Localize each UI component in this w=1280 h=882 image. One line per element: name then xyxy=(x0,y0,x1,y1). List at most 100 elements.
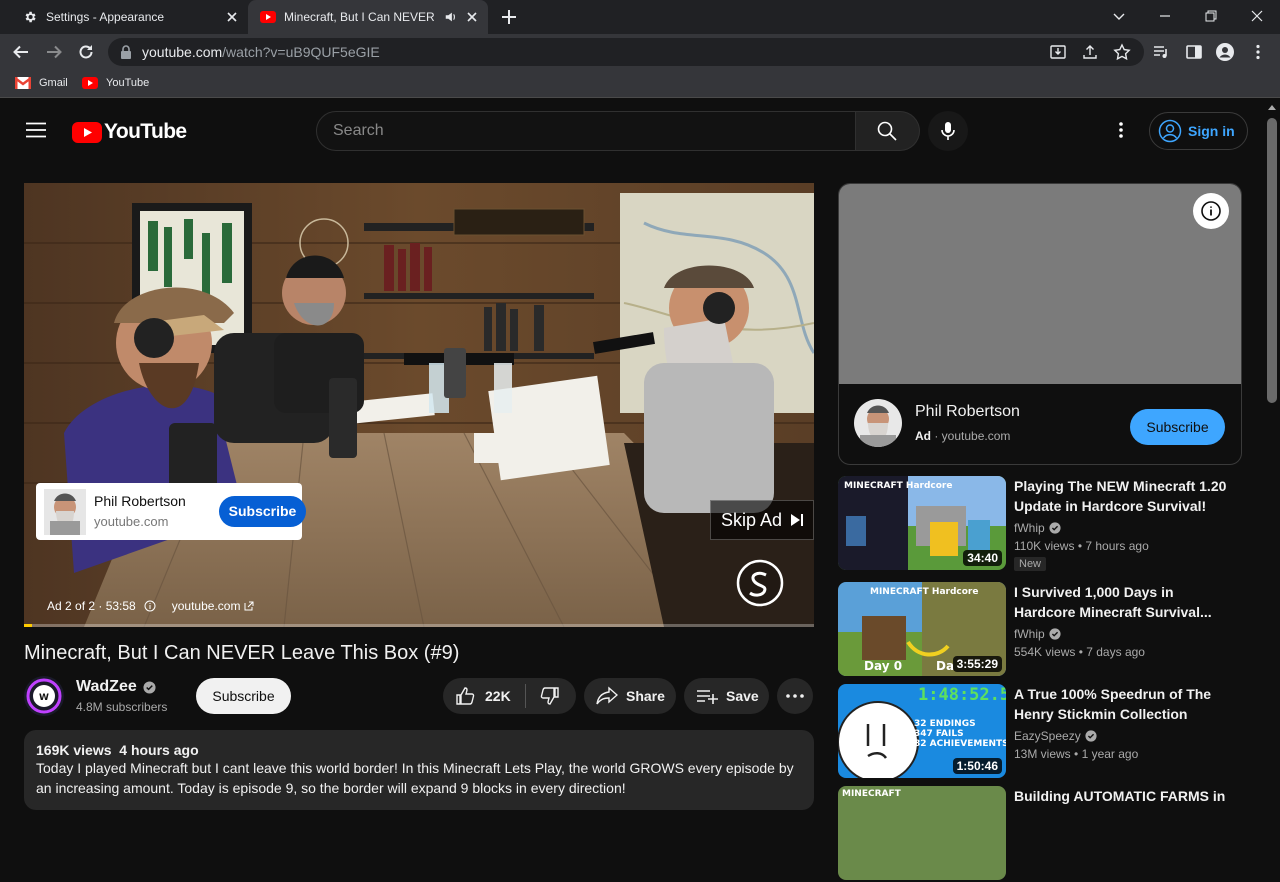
youtube-play-logo-icon xyxy=(72,121,102,143)
advertiser-name: Phil Robertson xyxy=(915,403,1020,420)
close-icon[interactable] xyxy=(224,9,240,25)
lock-icon[interactable] xyxy=(120,45,132,59)
subscriber-count: 4.8M subscribers xyxy=(76,700,168,714)
new-tab-plus-icon[interactable] xyxy=(500,8,518,26)
recommended-video[interactable]: MINECRAFT Hardcore 34:40 Playing The NEW… xyxy=(838,476,1242,572)
video-thumbnail[interactable]: MINECRAFT Hardcore Day 0 Da 3:55:29 xyxy=(838,582,1006,676)
address-bar[interactable]: youtube.com/watch?v=uB9QUF5eGIE xyxy=(108,38,1144,66)
youtube-favicon-icon xyxy=(260,9,276,25)
channel-name[interactable]: fWhip xyxy=(1014,627,1061,641)
recommended-video[interactable]: MINECRAFT Building AUTOMATIC FARMS in xyxy=(838,786,1242,882)
forward-arrow-icon[interactable] xyxy=(45,43,63,61)
video-title[interactable]: I Survived 1,000 Days in Hardcore Minecr… xyxy=(1014,582,1234,622)
dislike-button[interactable] xyxy=(526,686,560,706)
thumbs-down-icon xyxy=(540,687,559,705)
bookmarks-bar: Gmail YouTube xyxy=(0,70,1280,98)
channel-name[interactable]: fWhip xyxy=(1014,521,1061,535)
video-thumbnail[interactable]: MINECRAFT Hardcore 34:40 xyxy=(838,476,1006,570)
bookmark-star-icon[interactable] xyxy=(1113,43,1131,61)
thumb-day0-text: Day 0 xyxy=(864,659,902,673)
video-duration: 34:40 xyxy=(963,550,1002,566)
video-duration: 3:55:29 xyxy=(952,656,1002,672)
video-meta: 554K views • 7 days ago xyxy=(1014,645,1145,659)
ad-overlay-card[interactable]: Phil Robertson youtube.com Subscribe xyxy=(36,483,306,540)
account-circle-icon xyxy=(1158,119,1182,143)
settings-more-icon[interactable] xyxy=(1112,120,1130,140)
channel-watermark-icon[interactable] xyxy=(736,559,784,607)
bookmark-youtube[interactable]: YouTube xyxy=(82,77,149,89)
skip-ad-button[interactable]: Skip Ad xyxy=(710,500,814,540)
voice-search-button[interactable] xyxy=(928,111,968,151)
ad-domain-link[interactable]: youtube.com xyxy=(172,599,241,613)
video-title[interactable]: Playing The NEW Minecraft 1.20 Update in… xyxy=(1014,476,1234,516)
recommended-video[interactable]: 1:48:52.50 32 ENDINGS 347 FAILS 82 ACHIE… xyxy=(838,684,1242,780)
tab-title: Minecraft, But I Can NEVER Leave This Bo… xyxy=(284,10,434,24)
video-player[interactable]: Phil Robertson youtube.com Subscribe Ski… xyxy=(24,183,814,627)
search-input[interactable]: Search xyxy=(316,111,856,151)
info-circle-icon[interactable] xyxy=(144,600,156,612)
search-button[interactable] xyxy=(856,111,920,151)
hamburger-menu-icon[interactable] xyxy=(26,122,46,138)
gmail-icon xyxy=(15,77,31,89)
youtube-masthead: YouTube Search Sign in xyxy=(0,100,1264,160)
advertiser-avatar xyxy=(854,399,902,447)
channel-name[interactable]: WadZee xyxy=(76,678,156,696)
side-panel-icon[interactable] xyxy=(1185,43,1203,61)
page-scrollbar[interactable] xyxy=(1264,100,1280,800)
more-actions-button[interactable] xyxy=(777,678,813,714)
sign-in-button[interactable]: Sign in xyxy=(1149,112,1248,150)
video-meta: 110K views • 7 hours ago xyxy=(1014,539,1149,553)
thumb-brand-text: MINECRAFT Hardcore xyxy=(844,481,952,491)
share-button[interactable]: Share xyxy=(584,678,676,714)
video-title[interactable]: A True 100% Speedrun of The Henry Stickm… xyxy=(1014,684,1234,724)
description-box[interactable]: 169K views 4 hours ago Today I played Mi… xyxy=(24,730,814,810)
svg-text:W: W xyxy=(39,693,49,703)
ad-progress-fill xyxy=(24,624,32,627)
recommended-video[interactable]: MINECRAFT Hardcore Day 0 Da 3:55:29 I Su… xyxy=(838,582,1242,678)
tab-settings[interactable]: Settings - Appearance xyxy=(8,0,248,34)
ad-progress-bar[interactable] xyxy=(24,624,814,627)
tab-search-chevron-icon[interactable] xyxy=(1111,8,1127,24)
subscribe-button[interactable]: Subscribe xyxy=(196,678,291,714)
save-button[interactable]: Save xyxy=(684,678,769,714)
media-controls-icon[interactable] xyxy=(1152,43,1170,61)
profile-avatar-icon[interactable] xyxy=(1216,43,1234,61)
view-count: 169K views xyxy=(36,742,112,758)
search-placeholder: Search xyxy=(333,122,384,139)
ad-subscribe-button[interactable]: Subscribe xyxy=(219,496,306,527)
youtube-icon xyxy=(82,77,98,89)
window-close-icon[interactable] xyxy=(1249,8,1265,24)
scrollbar-thumb[interactable] xyxy=(1267,118,1277,403)
scroll-up-arrow-icon[interactable] xyxy=(1268,104,1276,110)
channel-avatar[interactable]: W xyxy=(24,676,64,716)
channel-name[interactable]: EazySpeezy xyxy=(1014,729,1097,743)
video-thumbnail[interactable]: 1:48:52.50 32 ENDINGS 347 FAILS 82 ACHIE… xyxy=(838,684,1006,778)
back-arrow-icon[interactable] xyxy=(12,43,30,61)
tab-youtube-video[interactable]: Minecraft, But I Can NEVER Leave This Bo… xyxy=(248,0,488,34)
close-icon[interactable] xyxy=(464,9,480,25)
reload-icon[interactable] xyxy=(77,43,95,61)
minimize-icon[interactable] xyxy=(1157,8,1173,24)
ad-subscribe-button[interactable]: Subscribe xyxy=(1130,409,1225,445)
browser-tab-strip: Settings - Appearance Minecraft, But I C… xyxy=(0,0,1280,34)
install-app-icon[interactable] xyxy=(1049,43,1067,61)
youtube-logo[interactable]: YouTube xyxy=(72,120,187,144)
verified-badge-icon xyxy=(143,680,156,694)
speaker-icon[interactable] xyxy=(444,10,458,24)
share-page-icon[interactable] xyxy=(1081,43,1099,61)
bookmark-gmail[interactable]: Gmail xyxy=(15,77,68,89)
companion-ad-media[interactable] xyxy=(839,184,1241,384)
like-button[interactable]: 22K xyxy=(443,678,511,714)
video-thumbnail[interactable]: MINECRAFT xyxy=(838,786,1006,880)
gear-icon xyxy=(22,9,38,25)
thumbs-up-icon xyxy=(456,687,475,705)
ad-source: Ad · youtube.com xyxy=(915,429,1011,443)
video-title[interactable]: Building AUTOMATIC FARMS in xyxy=(1014,786,1234,806)
browser-menu-icon[interactable] xyxy=(1249,43,1267,61)
like-count: 22K xyxy=(485,688,511,704)
ad-info-bar: Ad 2 of 2 · 53:58 youtube.com xyxy=(47,599,255,613)
ad-info-button[interactable] xyxy=(1193,193,1229,229)
thumb-time-text: 1:48:52.50 xyxy=(918,685,1006,705)
restore-icon[interactable] xyxy=(1203,8,1219,24)
companion-ad-panel[interactable]: Phil Robertson Ad · youtube.com Subscrib… xyxy=(838,183,1242,465)
